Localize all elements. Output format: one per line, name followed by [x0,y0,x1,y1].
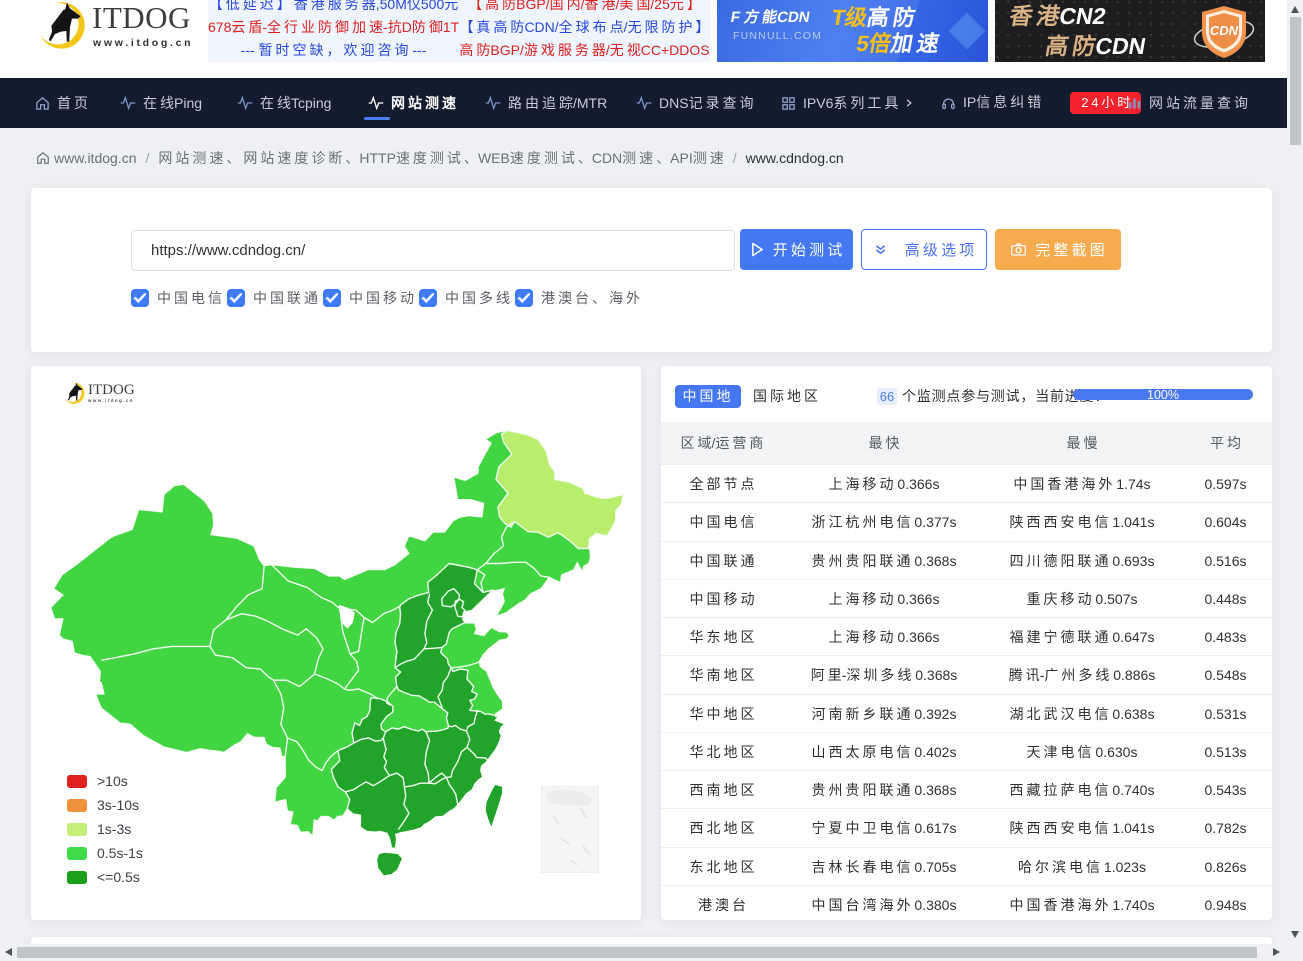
svg-text:CDN: CDN [1210,23,1239,38]
